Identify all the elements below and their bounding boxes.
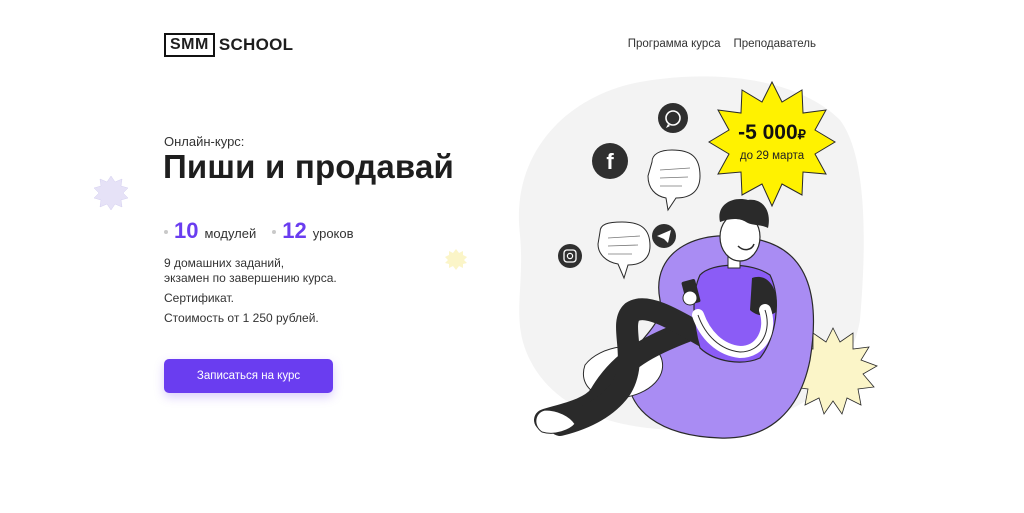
currency-sign: ₽ — [797, 127, 806, 142]
stat-lessons-label: уроков — [312, 226, 354, 241]
stat-modules: 10 модулей — [164, 218, 256, 244]
course-type-label: Онлайн-курс: — [164, 134, 245, 149]
hero-illustration: f — [93, 76, 878, 439]
page-title: Пиши и продавай — [163, 148, 455, 185]
stat-modules-label: модулей — [204, 226, 257, 241]
description-price: Стоимость от 1 250 рублей. — [164, 311, 319, 325]
lilac-star — [93, 175, 129, 211]
course-stats: 10 модулей 12 уроков — [164, 218, 370, 244]
discount-date: до 29 марта — [739, 150, 805, 162]
person-hand — [682, 290, 698, 306]
discount-badge-star — [708, 80, 836, 208]
telegram-icon — [652, 224, 676, 248]
description-line: экзамен по завершению курса. — [164, 271, 337, 285]
description-homework: 9 домашних заданий, экзамен по завершени… — [164, 256, 337, 286]
bullet-dot — [272, 230, 277, 234]
instagram-icon — [558, 244, 582, 268]
whatsapp-icon — [658, 103, 688, 133]
svg-text:f: f — [606, 149, 614, 174]
description-certificate: Сертификат. — [164, 291, 234, 305]
bullet-dot — [164, 230, 168, 234]
discount-amount: -5 000 — [738, 121, 798, 144]
course-description: 9 домашних заданий, экзамен по завершени… — [164, 256, 337, 331]
stat-modules-value: 10 — [174, 218, 199, 243]
stat-lessons-value: 12 — [282, 218, 307, 243]
facebook-icon: f — [592, 143, 628, 179]
stat-lessons: 12 уроков — [272, 218, 354, 244]
description-line: 9 домашних заданий, — [164, 256, 285, 270]
enroll-button[interactable]: Записаться на курс — [164, 359, 333, 393]
discount-price: -5 000₽ — [707, 121, 837, 145]
small-yellow-star — [445, 249, 467, 270]
